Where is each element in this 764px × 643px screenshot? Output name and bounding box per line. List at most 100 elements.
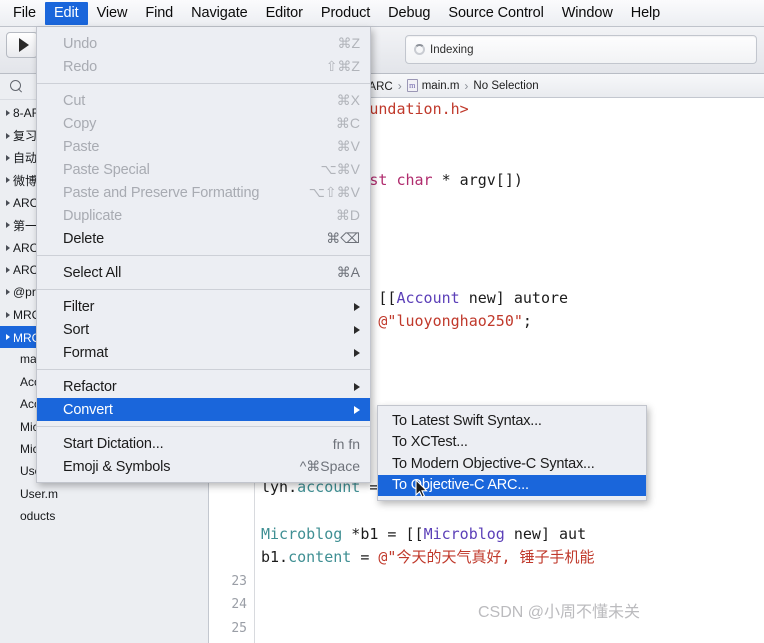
navigator-item[interactable]: oducts bbox=[0, 505, 208, 527]
run-button[interactable] bbox=[6, 32, 38, 58]
menu-item-shortcut: fn fn bbox=[332, 435, 360, 452]
disclosure-triangle-icon[interactable] bbox=[6, 222, 10, 229]
code-token: @"luoyonghao250" bbox=[378, 312, 523, 331]
menu-item-shortcut: ⌘Z bbox=[337, 35, 360, 51]
menubar-item-product[interactable]: Product bbox=[312, 2, 379, 25]
menubar-item-debug[interactable]: Debug bbox=[379, 2, 439, 25]
breadcrumb-separator: › bbox=[464, 78, 469, 93]
menubar-item-file[interactable]: File bbox=[4, 2, 45, 25]
code-token: b1. bbox=[261, 548, 289, 567]
disclosure-triangle-icon[interactable] bbox=[6, 132, 10, 139]
disclosure-triangle-icon[interactable] bbox=[6, 289, 10, 296]
menu-item-filter[interactable]: Filter bbox=[37, 295, 370, 318]
menubar-item-find[interactable]: Find bbox=[136, 2, 182, 25]
navigator-item-label: User.m bbox=[20, 486, 59, 501]
menu-item-redo: Redo ⇧⌘Z bbox=[37, 55, 370, 78]
breadcrumb-segment-file[interactable]: m main.m bbox=[406, 79, 459, 92]
menubar-item-window[interactable]: Window bbox=[553, 2, 622, 25]
menu-item-label: Copy bbox=[63, 115, 97, 132]
menubar-item-view[interactable]: View bbox=[88, 2, 137, 25]
menu-separator bbox=[37, 426, 370, 427]
code-token: content bbox=[288, 548, 352, 567]
navigator-item[interactable]: User.m bbox=[0, 483, 208, 505]
menu-item-cut: Cut ⌘X bbox=[37, 89, 370, 112]
menu-item-label: Select All bbox=[63, 264, 122, 281]
menu-item-duplicate: Duplicate ⌘D bbox=[37, 204, 370, 227]
line-number bbox=[209, 499, 254, 523]
menu-item-shortcut: ⇧⌘Z bbox=[325, 58, 360, 74]
menu-item-delete[interactable]: Delete ⌘⌫ bbox=[37, 227, 370, 250]
disclosure-triangle-icon[interactable] bbox=[6, 154, 10, 161]
menu-item-refactor[interactable]: Refactor bbox=[37, 375, 370, 398]
spinner-icon bbox=[414, 44, 425, 55]
disclosure-triangle-icon[interactable] bbox=[6, 311, 10, 318]
menubar-item-edit[interactable]: Edit bbox=[44, 1, 88, 25]
code-line[interactable] bbox=[255, 499, 764, 523]
menu-item-shortcut: ⌥⌘V bbox=[320, 161, 360, 177]
menu-item-label: Paste Special bbox=[63, 161, 150, 178]
line-number: 24 bbox=[231, 597, 247, 613]
menu-separator bbox=[37, 289, 370, 290]
code-line[interactable]: b1.content = @"今天的天气真好, 锤子手机能 bbox=[255, 546, 764, 570]
navigator-item-label: oducts bbox=[20, 509, 56, 524]
menu-item-start-dictation[interactable]: Start Dictation... fn fn bbox=[37, 432, 370, 455]
menubar-item-source-control[interactable]: Source Control bbox=[439, 2, 552, 25]
code-token: new] autore bbox=[459, 288, 569, 307]
menu-item-label: Format bbox=[63, 344, 109, 361]
activity-status-bar: Indexing bbox=[405, 35, 757, 64]
disclosure-triangle-icon[interactable] bbox=[6, 244, 10, 251]
menu-item-paste: Paste ⌘V bbox=[37, 135, 370, 158]
disclosure-triangle-icon[interactable] bbox=[6, 110, 10, 117]
line-number bbox=[209, 546, 254, 570]
code-token: = bbox=[351, 548, 379, 567]
menu-item-format[interactable]: Format bbox=[37, 341, 370, 364]
objc-m-file-icon: m bbox=[406, 79, 418, 92]
menubar-item-editor[interactable]: Editor bbox=[257, 2, 312, 25]
disclosure-triangle-icon[interactable] bbox=[6, 199, 10, 206]
menubar-item-navigate[interactable]: Navigate bbox=[182, 2, 256, 25]
breadcrumb-segment-selection[interactable]: No Selection bbox=[473, 80, 538, 92]
menu-item-label: Duplicate bbox=[63, 207, 123, 224]
code-line[interactable]: Microblog *b1 = [[Microblog new] aut bbox=[255, 523, 764, 547]
menu-separator bbox=[37, 255, 370, 256]
code-token: char bbox=[396, 170, 433, 189]
submenu-item-to-latest-swift-syntax[interactable]: To Latest Swift Syntax... bbox=[378, 410, 646, 432]
menu-item-shortcut: ⌘D bbox=[335, 207, 360, 223]
disclosure-triangle-icon[interactable] bbox=[6, 266, 10, 273]
menu-bar: File Edit View Find Navigate Editor Product Deb… bbox=[0, 0, 764, 27]
menu-item-copy: Copy ⌘C bbox=[37, 112, 370, 135]
menu-item-shortcut: ⌘⌫ bbox=[326, 230, 360, 246]
disclosure-triangle-icon[interactable] bbox=[6, 177, 10, 184]
menu-item-shortcut: ⌥⇧⌘V bbox=[308, 184, 360, 200]
submenu-arrow-icon bbox=[354, 348, 360, 357]
menu-separator bbox=[37, 83, 370, 84]
submenu-item-to-objective-c-arc[interactable]: To Objective-C ARC... bbox=[378, 474, 646, 496]
menu-item-undo: Undo ⌘Z bbox=[37, 32, 370, 55]
disclosure-triangle-icon[interactable] bbox=[6, 334, 10, 341]
code-token: Microblog bbox=[261, 524, 343, 543]
code-token: Microblog bbox=[423, 524, 505, 543]
submenu-item-to-modern-objective-c-syntax[interactable]: To Modern Objective-C Syntax... bbox=[378, 453, 646, 475]
menu-item-label: Emoji & Symbols bbox=[63, 458, 171, 475]
menu-item-shortcut: ^⌘Space bbox=[299, 458, 360, 474]
play-icon bbox=[18, 38, 29, 52]
submenu-arrow-icon bbox=[354, 382, 360, 391]
line-number: 25 bbox=[231, 621, 247, 637]
code-token: *b1 = [[ bbox=[342, 524, 424, 543]
code-token: * argv[]) bbox=[432, 170, 523, 189]
menu-item-label: Undo bbox=[63, 35, 98, 52]
menu-item-emoji-symbols[interactable]: Emoji & Symbols ^⌘Space bbox=[37, 455, 370, 478]
menu-item-paste-special: Paste Special ⌥⌘V bbox=[37, 158, 370, 181]
menu-item-label: Paste bbox=[63, 138, 100, 155]
menu-item-convert[interactable]: Convert bbox=[37, 398, 370, 421]
menubar-item-help[interactable]: Help bbox=[622, 2, 669, 25]
code-token: new] aut bbox=[504, 524, 587, 543]
menu-item-select-all[interactable]: Select All ⌘A bbox=[37, 261, 370, 284]
menu-item-label: Refactor bbox=[63, 378, 117, 395]
menu-item-sort[interactable]: Sort bbox=[37, 318, 370, 341]
code-token: Account bbox=[396, 288, 460, 307]
menu-item-shortcut: ⌘C bbox=[335, 115, 360, 131]
menu-item-label: Delete bbox=[63, 230, 105, 247]
status-text: Indexing bbox=[430, 43, 474, 56]
submenu-item-to-xctest[interactable]: To XCTest... bbox=[378, 432, 646, 454]
